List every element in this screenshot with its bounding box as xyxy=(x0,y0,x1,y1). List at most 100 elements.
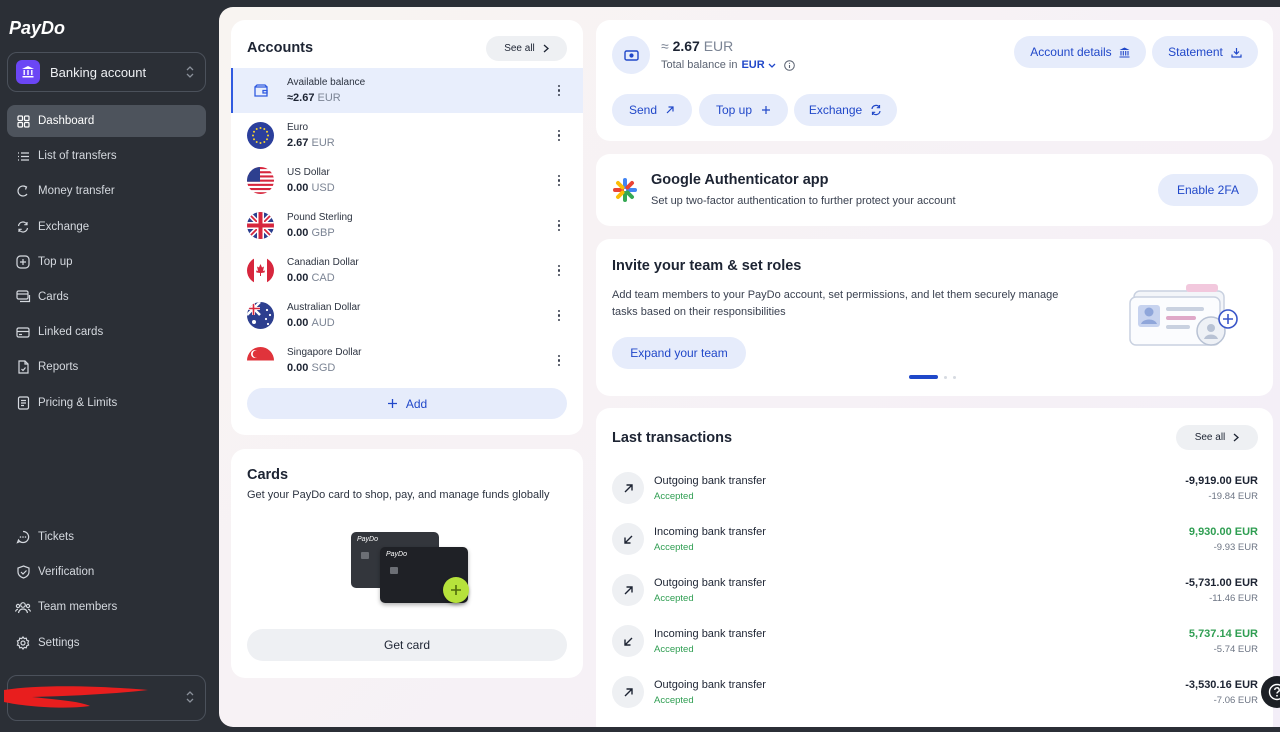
carousel-dot[interactable] xyxy=(953,375,956,379)
pricing-icon xyxy=(15,395,31,411)
carousel-dot-active[interactable] xyxy=(909,375,938,379)
expand-team-label: Expand your team xyxy=(630,346,728,360)
main-content: Accounts See all Available balance ≈2.67 … xyxy=(219,7,1280,727)
account-details-button[interactable]: Account details xyxy=(1014,36,1146,68)
account-row-aud[interactable]: Australian Dollar 0.00 AUD xyxy=(231,293,583,338)
gear-icon xyxy=(15,635,31,651)
transaction-status: Accepted xyxy=(654,592,694,604)
bank-icon xyxy=(1119,47,1130,58)
account-row-eur[interactable]: Euro 2.67 EUR xyxy=(231,113,583,158)
transaction-row[interactable]: Outgoing bank transfer Accepted -9,919.00… xyxy=(612,468,1258,508)
nav-pricing-limits[interactable]: Pricing & Limits xyxy=(7,387,206,419)
account-type-switcher[interactable]: Banking account xyxy=(7,52,206,92)
more-options-icon[interactable] xyxy=(549,174,569,187)
card-illustration: PayDo PayDo xyxy=(351,532,471,606)
account-row-available[interactable]: Available balance ≈2.67 EUR xyxy=(231,68,583,113)
arrow-up-right-icon xyxy=(666,106,674,114)
wallet-icon xyxy=(247,77,274,104)
send-label: Send xyxy=(628,103,658,117)
grid-icon xyxy=(15,113,31,129)
nav-label: Reports xyxy=(38,361,79,374)
ca-flag-icon xyxy=(247,257,274,284)
balance-card: ≈ 2.67 EUR Total balance in EUR Account … xyxy=(596,20,1273,141)
account-currency: EUR xyxy=(317,91,341,104)
question-icon xyxy=(1268,683,1280,701)
wallet-icon xyxy=(612,36,650,74)
chevron-updown-icon xyxy=(185,65,195,79)
exchange-label: Exchange xyxy=(808,103,863,117)
account-row-gbp[interactable]: Pound Sterling 0.00 GBP xyxy=(231,203,583,248)
redaction-mark xyxy=(4,686,148,708)
authenticator-subtitle: Set up two-factor authentication to furt… xyxy=(651,195,956,207)
paydo-logo[interactable]: PayDo xyxy=(9,18,65,39)
main-nav: Dashboard List of transfers Money transf… xyxy=(7,105,206,422)
nav-money-transfer[interactable]: Money transfer xyxy=(7,175,206,207)
nav-dashboard[interactable]: Dashboard xyxy=(7,105,206,137)
send-button[interactable]: Send xyxy=(612,94,692,126)
add-account-button[interactable]: Add xyxy=(247,388,567,419)
more-options-icon[interactable] xyxy=(549,309,569,322)
more-options-icon[interactable] xyxy=(549,219,569,232)
chat-icon xyxy=(15,529,31,545)
account-details-label: Account details xyxy=(1030,45,1112,59)
nav-list-of-transfers[interactable]: List of transfers xyxy=(7,140,206,172)
transaction-title: Outgoing bank transfer xyxy=(654,576,766,589)
transaction-title: Incoming bank transfer xyxy=(654,627,766,640)
nav-cards[interactable]: Cards xyxy=(7,281,206,313)
statement-button[interactable]: Statement xyxy=(1152,36,1258,68)
transaction-status: Accepted xyxy=(654,694,694,706)
invite-description: Add team members to your PayDo account, … xyxy=(612,287,1112,321)
transfer-icon xyxy=(15,183,31,199)
bank-icon xyxy=(16,60,40,84)
transaction-row[interactable]: Outgoing bank transfer Accepted -3,530.16… xyxy=(612,672,1258,712)
more-options-icon[interactable] xyxy=(549,129,569,142)
accounts-card: Accounts See all Available balance ≈2.67 … xyxy=(231,20,583,435)
authenticator-card: Google Authenticator app Set up two-fact… xyxy=(596,154,1273,226)
transaction-row[interactable]: Incoming bank transfer Accepted 9,930.00 … xyxy=(612,519,1258,559)
nav-exchange[interactable]: Exchange xyxy=(7,211,206,243)
transaction-amount: -3,530.16 EUR xyxy=(1185,678,1258,691)
account-row-sgd[interactable]: Singapore Dollar 0.00 SGD xyxy=(231,338,583,383)
nav-top-up[interactable]: Top up xyxy=(7,246,206,278)
enable-2fa-button[interactable]: Enable 2FA xyxy=(1158,174,1258,206)
more-options-icon[interactable] xyxy=(549,264,569,277)
transactions-see-all-button[interactable]: See all xyxy=(1176,425,1258,450)
carousel-indicator[interactable] xyxy=(909,374,959,380)
nav-team-members[interactable]: Team members xyxy=(7,591,206,623)
statement-label: Statement xyxy=(1168,45,1223,59)
au-flag-icon xyxy=(247,302,274,329)
invite-team-card: Invite your team & set roles Add team me… xyxy=(596,239,1273,396)
us-flag-icon xyxy=(247,167,274,194)
nav-tickets[interactable]: Tickets xyxy=(7,521,206,553)
exchange-button[interactable]: Exchange xyxy=(794,94,897,126)
top-up-button[interactable]: Top up xyxy=(699,94,788,126)
nav-reports[interactable]: Reports xyxy=(7,351,206,383)
get-card-button[interactable]: Get card xyxy=(247,629,567,661)
balance-currency-select[interactable]: EUR xyxy=(741,59,776,71)
card-brand: PayDo xyxy=(386,551,408,558)
expand-team-button[interactable]: Expand your team xyxy=(612,337,746,369)
more-options-icon[interactable] xyxy=(549,354,569,367)
accounts-see-all-button[interactable]: See all xyxy=(486,36,567,61)
account-currency: SGD xyxy=(311,361,336,374)
transaction-row[interactable]: Outgoing bank transfer Accepted -5,731.00… xyxy=(612,570,1258,610)
account-amount: 0.00 xyxy=(287,271,309,284)
nav-verification[interactable]: Verification xyxy=(7,556,206,588)
info-icon[interactable] xyxy=(783,59,795,71)
account-row-cad[interactable]: Canadian Dollar 0.00 CAD xyxy=(231,248,583,293)
secondary-nav: Tickets Verification Team members Settin… xyxy=(7,521,206,662)
team-icon xyxy=(15,599,31,615)
nav-linked-cards[interactable]: Linked cards xyxy=(7,316,206,348)
nav-label: Exchange xyxy=(38,220,90,233)
invite-text-line: Add team members to your PayDo account, … xyxy=(612,289,1059,301)
carousel-dot[interactable] xyxy=(944,375,947,379)
user-profile-switcher[interactable] xyxy=(4,675,206,721)
more-options-icon[interactable] xyxy=(549,84,569,97)
account-row-usd[interactable]: US Dollar 0.00 USD xyxy=(231,158,583,203)
nav-settings[interactable]: Settings xyxy=(7,627,206,659)
last-transactions-card: Last transactions See all Outgoing bank … xyxy=(596,408,1273,727)
transaction-row[interactable]: Incoming bank transfer Accepted 5,737.14 … xyxy=(612,621,1258,661)
add-label: Add xyxy=(405,396,428,411)
nav-label: Tickets xyxy=(38,531,74,543)
transaction-title: Incoming bank transfer xyxy=(654,525,766,538)
